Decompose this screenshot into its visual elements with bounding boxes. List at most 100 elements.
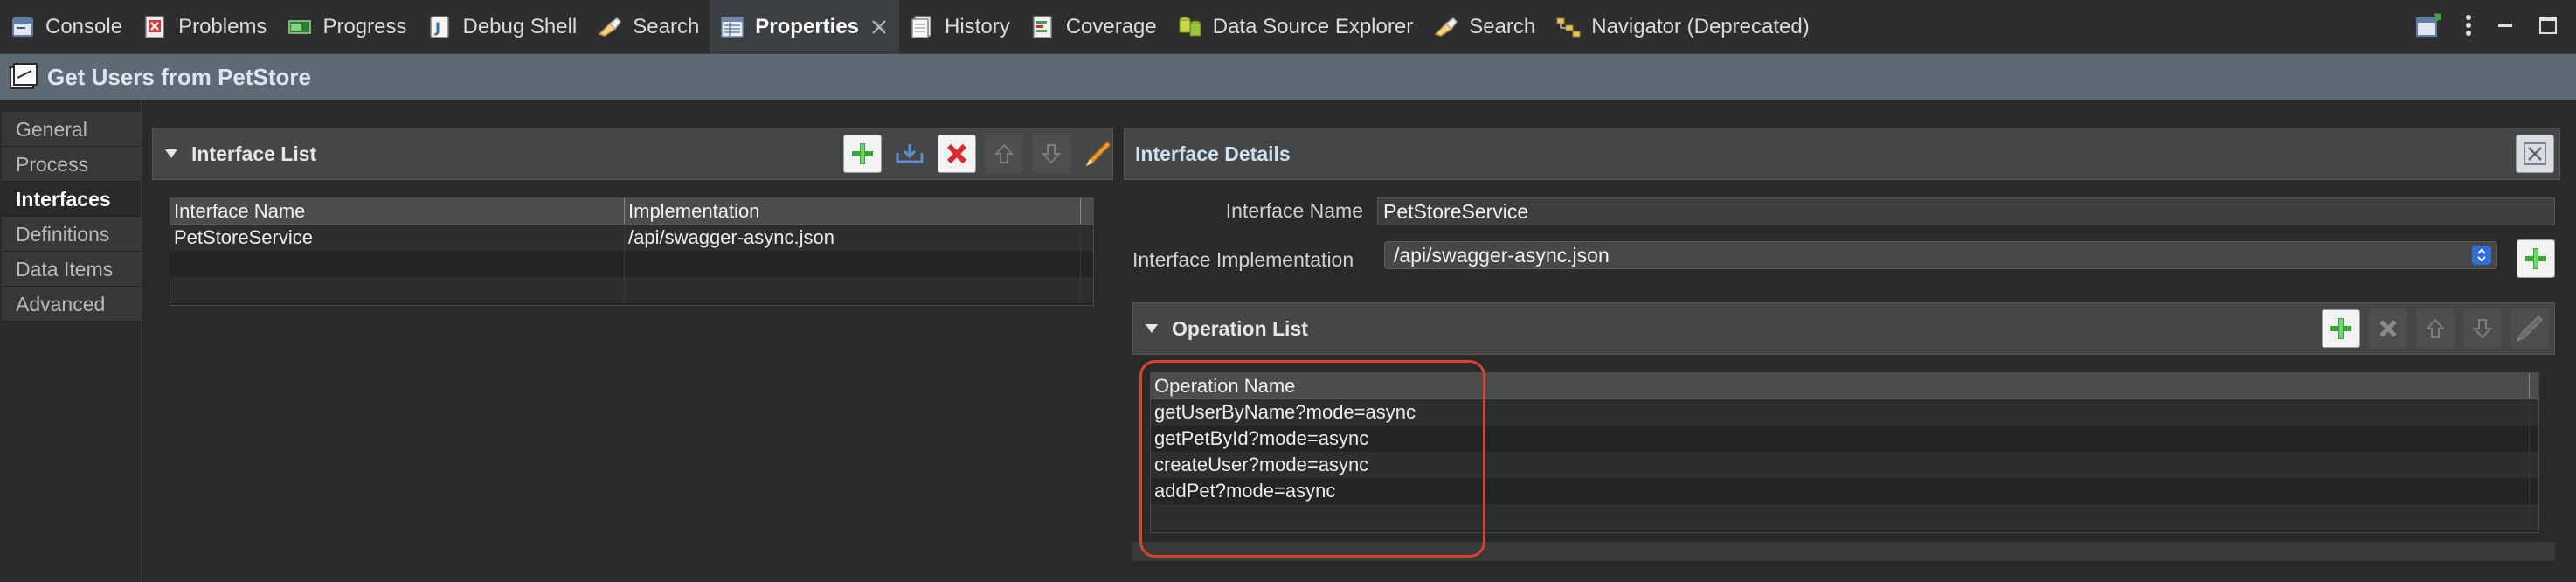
interface-implementation-value: /api/swagger-async.json xyxy=(1394,244,1610,267)
new-view-icon[interactable] xyxy=(2415,13,2441,42)
debug-shell-icon: J xyxy=(427,15,452,39)
tab-properties[interactable]: Properties xyxy=(710,0,900,54)
interface-details-header: Interface Details xyxy=(1124,128,2560,180)
nav-item-advanced[interactable]: Advanced xyxy=(2,287,141,322)
search-icon xyxy=(1434,15,1458,39)
process-icon xyxy=(9,62,38,92)
arrow-up-icon xyxy=(994,143,1014,163)
interface-name-label: Interface Name xyxy=(1225,199,1363,222)
import-interface-button[interactable] xyxy=(890,135,929,173)
close-tab-icon[interactable] xyxy=(869,17,889,37)
operation-list-table: Operation Name getUserByName?mode=async … xyxy=(1150,372,2539,533)
data-source-explorer-icon xyxy=(1178,15,1202,39)
arrow-up-icon xyxy=(2425,318,2446,338)
interface-implementation-label: Interface Implementation xyxy=(1132,248,1354,271)
column-header-interface-name[interactable]: Interface Name xyxy=(170,198,625,224)
move-up-button[interactable] xyxy=(985,135,1023,173)
view-toolbar xyxy=(2415,0,2559,54)
table-row-empty xyxy=(170,251,1093,277)
delete-interface-button[interactable] xyxy=(938,135,976,173)
column-header-operation-name[interactable]: Operation Name xyxy=(1151,373,2530,398)
edit-interface-button[interactable] xyxy=(1079,135,1118,173)
add-icon xyxy=(2525,248,2546,269)
tab-console[interactable]: Console xyxy=(0,0,133,54)
tab-navigator-deprecated[interactable]: Navigator (Deprecated) xyxy=(1546,0,1819,54)
move-operation-down-button[interactable] xyxy=(2463,309,2502,348)
collapse-triangle-icon[interactable] xyxy=(1146,324,1158,333)
tab-search-2[interactable]: Search xyxy=(1423,0,1546,54)
minimize-icon[interactable] xyxy=(2496,16,2515,39)
add-operation-button[interactable] xyxy=(2322,309,2360,348)
nav-item-definitions[interactable]: Definitions xyxy=(2,217,141,252)
history-icon xyxy=(910,15,934,39)
operation-name-cell: getUserByName?mode=async xyxy=(1151,399,2530,426)
add-implementation-button[interactable] xyxy=(2517,239,2555,278)
nav-item-data-items[interactable]: Data Items xyxy=(2,252,141,287)
operation-list-header: Operation List xyxy=(1132,302,2555,355)
coverage-icon xyxy=(1031,15,1056,39)
tab-progress[interactable]: Progress xyxy=(277,0,417,54)
table-header: Operation Name xyxy=(1151,373,2538,399)
operation-name-cell: addPet?mode=async xyxy=(1151,478,2530,504)
interface-name-field[interactable]: PetStoreService xyxy=(1377,197,2555,225)
tab-search[interactable]: Search xyxy=(587,0,710,54)
interface-name-cell: PetStoreService xyxy=(170,225,625,251)
console-icon xyxy=(10,15,35,39)
tab-debug-shell[interactable]: J Debug Shell xyxy=(417,0,587,54)
pencil-icon xyxy=(2516,315,2544,343)
delete-operation-button[interactable] xyxy=(2369,309,2407,348)
property-section-nav: General Process Interfaces Definitions D… xyxy=(0,100,142,582)
table-row[interactable]: PetStoreService /api/swagger-async.json xyxy=(170,225,1093,251)
operation-list-toolbar xyxy=(2322,309,2549,348)
interface-list-table: Interface Name Implementation PetStoreSe… xyxy=(170,197,1094,306)
interface-list-title: Interface List xyxy=(191,142,317,165)
chevron-updown-icon xyxy=(2472,246,2491,265)
close-icon xyxy=(2524,142,2546,165)
details-scrollbar[interactable] xyxy=(1132,542,2555,561)
eclipse-properties-view: Console Problems Progress J Debug Shell … xyxy=(0,0,2576,582)
editor-title: Get Users from PetStore xyxy=(47,63,311,90)
interface-list-header: Interface List xyxy=(152,128,1113,180)
table-row[interactable]: getUserByName?mode=async xyxy=(1151,399,2538,426)
implementation-cell: /api/swagger-async.json xyxy=(625,225,1081,251)
interface-list-toolbar xyxy=(843,135,1118,173)
view-menu-icon[interactable] xyxy=(2464,13,2473,42)
interface-details-toolbar xyxy=(2516,135,2554,173)
delete-icon xyxy=(2379,320,2397,337)
problems-icon xyxy=(143,15,168,39)
column-header-implementation[interactable]: Implementation xyxy=(625,198,1081,224)
edit-operation-button[interactable] xyxy=(2510,309,2549,348)
nav-item-process[interactable]: Process xyxy=(2,147,141,182)
collapse-triangle-icon[interactable] xyxy=(165,149,177,158)
nav-item-interfaces[interactable]: Interfaces xyxy=(2,182,141,217)
properties-icon xyxy=(720,15,744,39)
operation-name-cell: getPetById?mode=async xyxy=(1151,426,2530,452)
maximize-icon[interactable] xyxy=(2538,15,2559,40)
table-row[interactable]: createUser?mode=async xyxy=(1151,452,2538,478)
svg-text:J: J xyxy=(434,19,440,36)
table-row[interactable]: addPet?mode=async xyxy=(1151,478,2538,504)
close-details-button[interactable] xyxy=(2516,135,2554,173)
table-row-empty xyxy=(1151,504,2538,530)
navigator-icon xyxy=(1556,15,1581,39)
search-icon xyxy=(598,15,622,39)
tab-data-source-explorer[interactable]: Data Source Explorer xyxy=(1167,0,1423,54)
table-row[interactable]: getPetById?mode=async xyxy=(1151,426,2538,452)
add-interface-button[interactable] xyxy=(843,135,882,173)
tab-history[interactable]: History xyxy=(899,0,1021,54)
tab-coverage[interactable]: Coverage xyxy=(1021,0,1167,54)
move-operation-up-button[interactable] xyxy=(2416,309,2455,348)
view-tab-bar: Console Problems Progress J Debug Shell … xyxy=(0,0,2576,54)
import-icon xyxy=(896,144,924,163)
operation-name-cell: createUser?mode=async xyxy=(1151,452,2530,478)
nav-item-general[interactable]: General xyxy=(2,112,141,147)
operation-list-title: Operation List xyxy=(1172,316,1308,340)
pencil-icon xyxy=(1084,140,1112,168)
tab-problems[interactable]: Problems xyxy=(133,0,277,54)
arrow-down-icon xyxy=(1041,144,1062,164)
progress-icon xyxy=(287,15,312,39)
interface-implementation-select[interactable]: /api/swagger-async.json xyxy=(1384,241,2497,269)
move-down-button[interactable] xyxy=(1032,135,1070,173)
add-icon xyxy=(852,143,873,164)
editor-title-bar: Get Users from PetStore xyxy=(0,54,2576,100)
